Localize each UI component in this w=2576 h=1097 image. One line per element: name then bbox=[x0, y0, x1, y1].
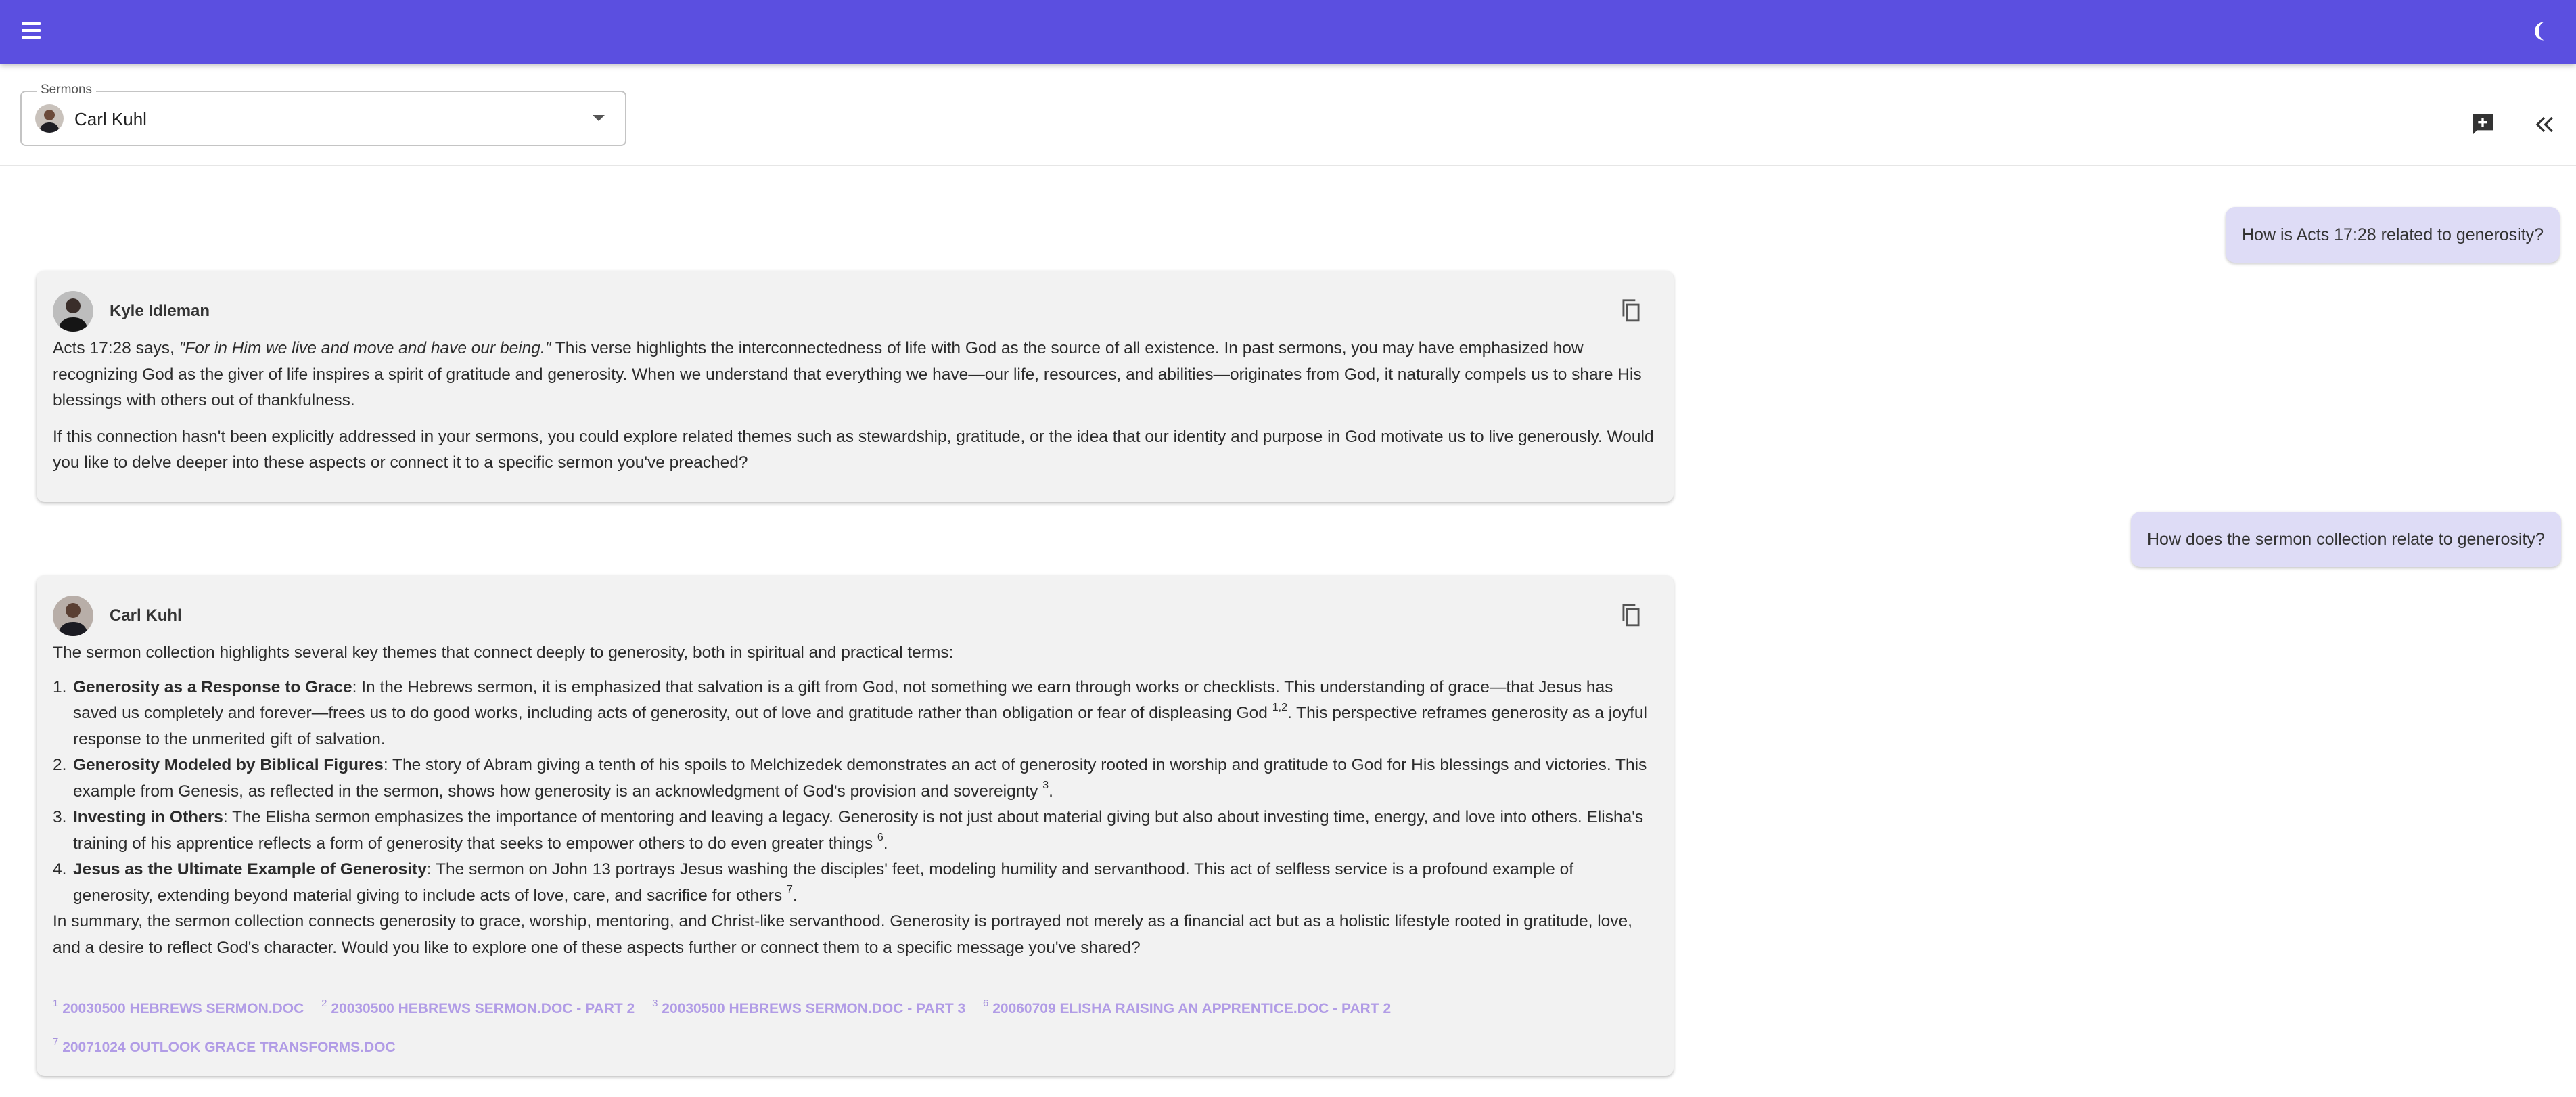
message-intro: The sermon collection highlights several… bbox=[53, 644, 954, 662]
reference-link[interactable]: 2 20030500 HEBREWS SERMON.DOC - PART 2 bbox=[321, 989, 635, 1028]
sermons-select-value: Carl Kuhl bbox=[74, 109, 147, 129]
assistant-message-body: The sermon collection highlights several… bbox=[53, 640, 1657, 961]
assistant-message-card: Carl Kuhl The sermon collection highligh… bbox=[37, 575, 1674, 1076]
reference-link[interactable]: 6 20060709 ELISHA RAISING AN APPRENTICE.… bbox=[983, 989, 1391, 1028]
avatar bbox=[53, 596, 93, 636]
double-chevron-left-icon[interactable] bbox=[2531, 111, 2560, 141]
message-paragraph: If this connection hasn't been explicitl… bbox=[53, 427, 1654, 472]
message-paragraph: Acts 17:28 says, "For in Him we live and… bbox=[53, 339, 1642, 409]
dropdown-arrow-icon bbox=[593, 115, 605, 121]
toolbar: Sermons Carl Kuhl bbox=[0, 64, 2576, 166]
message-summary: In summary, the sermon collection connec… bbox=[53, 912, 1632, 957]
copy-icon[interactable] bbox=[1618, 601, 1645, 629]
assistant-name: Kyle Idleman bbox=[110, 302, 210, 320]
assistant-message-body: Acts 17:28 says, "For in Him we live and… bbox=[53, 336, 1657, 476]
avatar bbox=[53, 291, 93, 332]
user-message: How does the sermon collection relate to… bbox=[2131, 512, 2561, 567]
copy-icon[interactable] bbox=[1618, 296, 1645, 325]
references-list: 1 20030500 HEBREWS SERMON.DOC 2 20030500… bbox=[53, 989, 1657, 1067]
reference-link[interactable]: 3 20030500 HEBREWS SERMON.DOC - PART 3 bbox=[652, 989, 965, 1028]
reference-link[interactable]: 1 20030500 HEBREWS SERMON.DOC bbox=[53, 989, 304, 1028]
list-item: 4. Jesus as the Ultimate Example of Gener… bbox=[53, 860, 1574, 905]
themes-list: 1. Generosity as a Response to Grace: In … bbox=[53, 675, 1657, 910]
sermons-select[interactable]: Sermons Carl Kuhl bbox=[20, 83, 626, 146]
user-message: How is Acts 17:28 related to generosity? bbox=[2226, 207, 2560, 263]
app-bar bbox=[0, 0, 2576, 64]
list-item: 2. Generosity Modeled by Biblical Figures… bbox=[53, 756, 1647, 801]
list-item: 3. Investing in Others: The Elisha sermon… bbox=[53, 808, 1644, 853]
sermons-select-label: Sermons bbox=[37, 83, 97, 97]
list-item: 1. Generosity as a Response to Grace: In … bbox=[53, 677, 1647, 748]
dark-mode-moon-icon[interactable] bbox=[2529, 19, 2553, 43]
avatar bbox=[35, 104, 64, 133]
menu-icon[interactable] bbox=[20, 20, 45, 42]
reference-link[interactable]: 7 20071024 OUTLOOK GRACE TRANSFORMS.DOC bbox=[53, 1028, 396, 1067]
assistant-message-card: Kyle Idleman Acts 17:28 says, "For in Hi… bbox=[37, 271, 1674, 502]
add-comment-icon[interactable] bbox=[2469, 111, 2499, 141]
assistant-name: Carl Kuhl bbox=[110, 606, 182, 625]
